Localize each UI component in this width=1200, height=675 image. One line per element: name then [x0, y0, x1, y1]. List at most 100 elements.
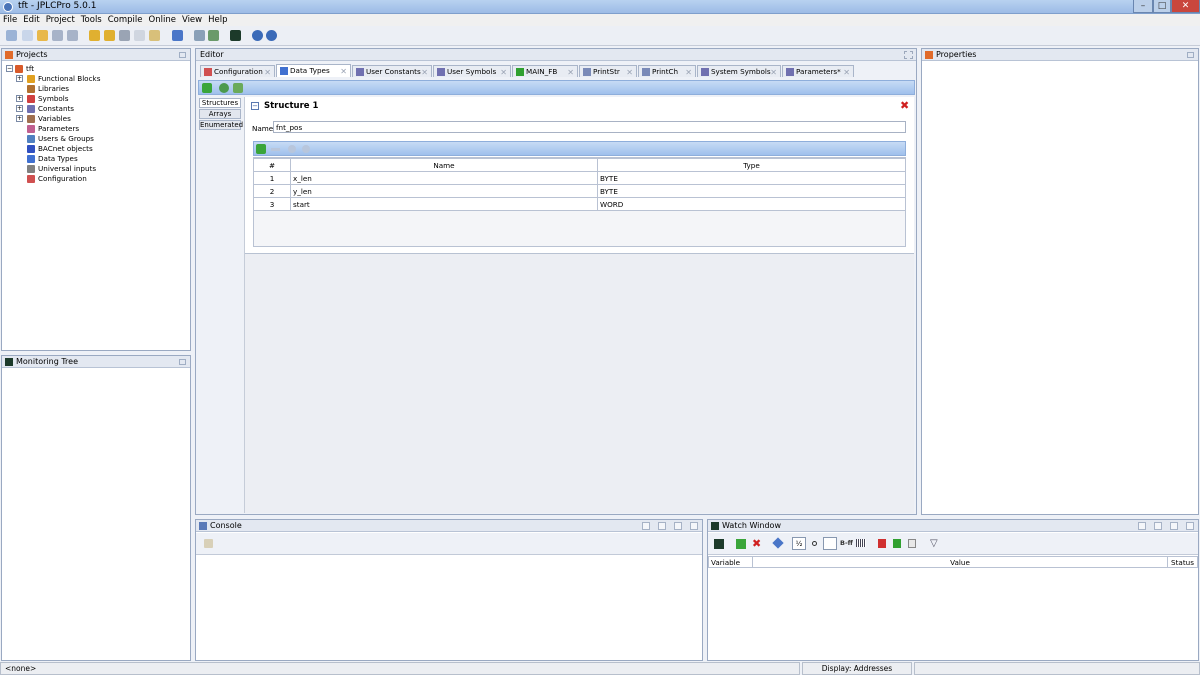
- field-index[interactable]: 3: [253, 197, 291, 211]
- column-header-number[interactable]: #: [253, 158, 291, 172]
- maximize-panel-icon[interactable]: [1170, 522, 1178, 530]
- add-variable-icon[interactable]: [736, 539, 746, 549]
- tree-item[interactable]: BACnet objects: [38, 144, 93, 154]
- menu-compile[interactable]: Compile: [105, 14, 146, 26]
- maximize-panel-icon[interactable]: [674, 522, 682, 530]
- field-name[interactable]: start: [290, 197, 598, 211]
- monitor-icon[interactable]: [714, 539, 724, 549]
- new-file-icon[interactable]: [22, 30, 33, 41]
- table-row[interactable]: 2 y_len BYTE: [253, 184, 906, 198]
- copy-icon[interactable]: [134, 30, 145, 41]
- tree-item[interactable]: Variables: [38, 114, 71, 124]
- minimize-button[interactable]: –: [1133, 0, 1153, 13]
- table-row[interactable]: 1 x_len BYTE: [253, 171, 906, 185]
- field-index[interactable]: 1: [253, 171, 291, 185]
- editor-tab[interactable]: PrintCh ✕: [638, 65, 696, 77]
- close-tab-icon[interactable]: ✕: [843, 67, 850, 78]
- close-tab-icon[interactable]: ✕: [340, 66, 347, 77]
- menu-edit[interactable]: Edit: [20, 14, 42, 26]
- tree-expand-icon[interactable]: +: [16, 75, 23, 82]
- dot-icon[interactable]: [812, 541, 817, 546]
- column-header-variable[interactable]: Variable: [708, 556, 753, 568]
- structure-name-field[interactable]: [273, 121, 906, 133]
- tree-expand-icon[interactable]: +: [16, 105, 23, 112]
- flag-green-icon[interactable]: [893, 539, 901, 548]
- download-icon[interactable]: [172, 30, 183, 41]
- flag-white-icon[interactable]: [908, 539, 916, 548]
- minimize-panel-icon[interactable]: [179, 52, 186, 58]
- field-name[interactable]: x_len: [290, 171, 598, 185]
- add-field-icon[interactable]: [256, 144, 266, 154]
- save-icon[interactable]: [52, 30, 63, 41]
- field-type[interactable]: WORD: [597, 197, 906, 211]
- new-project-icon[interactable]: [6, 30, 17, 41]
- minimize-panel-icon[interactable]: [1138, 522, 1146, 530]
- clear-console-icon[interactable]: [204, 539, 213, 548]
- field-type[interactable]: BYTE: [597, 171, 906, 185]
- bit-format-label[interactable]: B-ff: [840, 539, 853, 547]
- write-icon[interactable]: [772, 537, 784, 549]
- tree-item[interactable]: Universal inputs: [38, 164, 96, 174]
- flag-red-icon[interactable]: [878, 539, 886, 548]
- add-structure-icon[interactable]: [202, 83, 212, 93]
- field-name[interactable]: y_len: [290, 184, 598, 198]
- toggle-icon[interactable]: [823, 537, 837, 550]
- column-header-status[interactable]: Status: [1167, 556, 1198, 568]
- undo-icon[interactable]: [89, 30, 100, 41]
- close-tab-icon[interactable]: ✕: [770, 67, 777, 78]
- tree-item[interactable]: Symbols: [38, 94, 69, 104]
- export-icon[interactable]: [219, 83, 229, 93]
- cut-icon[interactable]: [119, 30, 130, 41]
- minimize-panel-icon[interactable]: [1187, 52, 1194, 58]
- close-tab-icon[interactable]: ✕: [567, 67, 574, 78]
- editor-tab[interactable]: Configuration ✕: [200, 65, 275, 77]
- move-down-icon[interactable]: [302, 145, 310, 153]
- restore-panel-icon[interactable]: [658, 522, 666, 530]
- table-row[interactable]: 3 start WORD: [253, 197, 906, 211]
- tree-collapse-icon[interactable]: −: [6, 65, 13, 72]
- move-up-icon[interactable]: [288, 145, 296, 153]
- editor-tab[interactable]: User Symbols ✕: [433, 65, 511, 77]
- close-tab-icon[interactable]: ✕: [500, 67, 507, 78]
- field-index[interactable]: 2: [253, 184, 291, 198]
- fraction-icon[interactable]: ½: [792, 537, 806, 550]
- column-header-name[interactable]: Name: [290, 158, 598, 172]
- tree-item[interactable]: Data Types: [38, 154, 78, 164]
- tree-item[interactable]: Functional Blocks: [38, 74, 100, 84]
- maximize-editor-icon[interactable]: [904, 51, 913, 59]
- tree-item[interactable]: Libraries: [38, 84, 69, 94]
- zoom-out-icon[interactable]: [266, 30, 277, 41]
- editor-tab[interactable]: Data Types ✕: [276, 64, 351, 77]
- menu-tools[interactable]: Tools: [78, 14, 105, 26]
- redo-icon[interactable]: [104, 30, 115, 41]
- tree-expand-icon[interactable]: +: [16, 115, 23, 122]
- menu-online[interactable]: Online: [146, 14, 179, 26]
- menu-view[interactable]: View: [179, 14, 205, 26]
- editor-tab[interactable]: System Symbols ✕: [697, 65, 781, 77]
- delete-structure-icon[interactable]: ✖: [900, 100, 910, 111]
- minimize-panel-icon[interactable]: [642, 522, 650, 530]
- tree-item[interactable]: Users & Groups: [38, 134, 94, 144]
- remove-field-icon[interactable]: [271, 148, 280, 151]
- edit-icon[interactable]: [233, 83, 243, 93]
- maximize-button[interactable]: □: [1153, 0, 1171, 13]
- close-tab-icon[interactable]: ✕: [626, 67, 633, 78]
- tree-item[interactable]: Parameters: [38, 124, 79, 134]
- open-folder-icon[interactable]: [37, 30, 48, 41]
- close-panel-icon[interactable]: [690, 522, 698, 530]
- editor-tab[interactable]: User Constants ✕: [352, 65, 432, 77]
- filter-icon[interactable]: ▽: [930, 538, 938, 549]
- remove-variable-icon[interactable]: ✖: [752, 537, 761, 550]
- enumerated-button[interactable]: Enumerated: [199, 120, 243, 130]
- close-panel-icon[interactable]: [1186, 522, 1194, 530]
- editor-tab[interactable]: MAIN_FB ✕: [512, 65, 578, 77]
- menu-file[interactable]: File: [0, 14, 20, 26]
- menu-project[interactable]: Project: [43, 14, 78, 26]
- monitor-icon[interactable]: [230, 30, 241, 41]
- compile-icon[interactable]: [194, 30, 205, 41]
- field-type[interactable]: BYTE: [597, 184, 906, 198]
- column-header-value[interactable]: Value: [752, 556, 1168, 568]
- paste-icon[interactable]: [149, 30, 160, 41]
- tree-item[interactable]: Configuration: [38, 174, 87, 184]
- close-tab-icon[interactable]: ✕: [685, 67, 692, 78]
